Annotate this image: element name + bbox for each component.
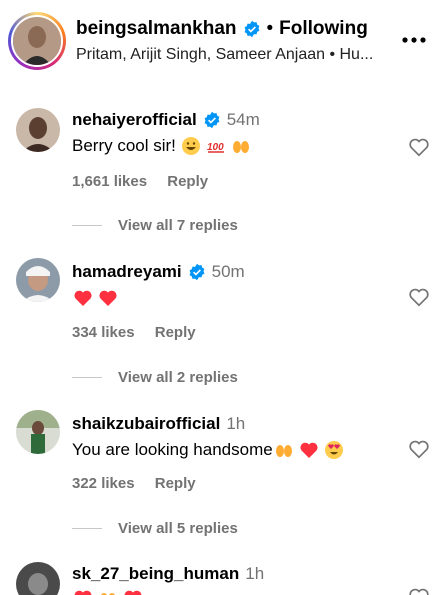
verified-badge-icon <box>189 263 205 281</box>
comment-item: shaikzubairofficial 1h You are looking h… <box>0 404 442 554</box>
comment-text: You are looking handsome <box>72 440 273 459</box>
comment-text-row <box>68 588 143 595</box>
comment-item: nehaiyerofficial 54m Berry cool sir! 100… <box>0 100 442 250</box>
view-replies-toggle[interactable]: View all 2 replies <box>72 369 238 386</box>
comment-time: 1h <box>226 414 246 433</box>
view-replies-toggle[interactable]: View all 5 replies <box>72 520 238 537</box>
verified-badge-icon <box>204 111 220 129</box>
red-heart-icon <box>74 290 92 306</box>
comment-username-row: shaikzubairofficial 1h <box>72 414 245 434</box>
more-options-icon[interactable] <box>400 30 428 50</box>
following-button[interactable]: Following <box>279 18 368 40</box>
comment-time: 54m <box>226 110 260 129</box>
profile-photo <box>13 17 61 65</box>
raising-hands-icon <box>275 445 292 457</box>
view-replies-label: View all 5 replies <box>118 520 238 537</box>
comment-item: sk_27_being_human 1h <box>0 556 442 595</box>
audio-attribution[interactable]: Pritam, Arijit Singh, Sameer Anjaan • Hu… <box>76 46 386 64</box>
red-heart-icon <box>74 590 92 595</box>
author-username[interactable]: beingsalmankhan <box>76 18 237 40</box>
comment-username-row: hamadreyami 50m <box>72 262 245 282</box>
like-count[interactable]: 334 likes <box>72 324 135 341</box>
separator-dot: • <box>266 18 274 39</box>
replies-divider <box>72 225 102 226</box>
comment-time: 50m <box>211 262 245 281</box>
red-heart-icon <box>300 442 318 458</box>
reply-button[interactable]: Reply <box>155 475 196 492</box>
heart-icon[interactable] <box>408 438 430 460</box>
post-header: beingsalmankhan • Following Pritam, Arij… <box>0 0 442 84</box>
hundred-points-icon: 100 <box>207 142 224 153</box>
comment-username[interactable]: shaikzubairofficial <box>72 414 220 434</box>
header-username-row: beingsalmankhan • Following <box>76 18 368 40</box>
comment-meta: 334 likes Reply <box>72 324 196 341</box>
comment-meta: 322 likes Reply <box>72 475 196 492</box>
heart-eyes-icon <box>324 441 343 459</box>
comment-text-row <box>68 288 118 308</box>
avatar[interactable] <box>16 562 60 595</box>
view-replies-toggle[interactable]: View all 7 replies <box>72 217 238 234</box>
heart-icon[interactable] <box>408 136 430 158</box>
comment-text-row: Berry cool sir! 100 <box>72 136 251 156</box>
grinning-face-icon <box>181 137 200 155</box>
comment-meta: 1,661 likes Reply <box>72 173 208 190</box>
heart-icon[interactable] <box>408 286 430 308</box>
avatar[interactable] <box>16 410 60 454</box>
red-heart-icon <box>124 590 142 595</box>
comment-username[interactable]: sk_27_being_human <box>72 564 239 584</box>
raising-hands-icon <box>232 141 249 153</box>
heart-icon[interactable] <box>408 586 430 595</box>
comment-username-row: sk_27_being_human 1h <box>72 564 264 584</box>
comment-item: hamadreyami 50m 334 likes Reply View all… <box>0 252 442 402</box>
raising-hands-icon <box>101 593 115 595</box>
like-count[interactable]: 322 likes <box>72 475 135 492</box>
comment-time: 1h <box>245 564 265 583</box>
view-replies-label: View all 7 replies <box>118 217 238 234</box>
avatar[interactable] <box>16 258 60 302</box>
comment-username-row: nehaiyerofficial 54m <box>72 110 260 130</box>
comment-username[interactable]: hamadreyami <box>72 262 182 282</box>
view-replies-label: View all 2 replies <box>118 369 238 386</box>
red-heart-icon <box>99 290 117 306</box>
avatar[interactable] <box>16 108 60 152</box>
like-count[interactable]: 1,661 likes <box>72 173 147 190</box>
reply-button[interactable]: Reply <box>155 324 196 341</box>
comment-text: Berry cool sir! <box>72 136 176 155</box>
comment-text-row: You are looking handsome <box>72 440 344 460</box>
reply-button[interactable]: Reply <box>167 173 208 190</box>
replies-divider <box>72 528 102 529</box>
replies-divider <box>72 377 102 378</box>
comment-username[interactable]: nehaiyerofficial <box>72 110 197 130</box>
verified-badge-icon <box>244 20 259 38</box>
story-ring-avatar[interactable] <box>8 12 66 70</box>
